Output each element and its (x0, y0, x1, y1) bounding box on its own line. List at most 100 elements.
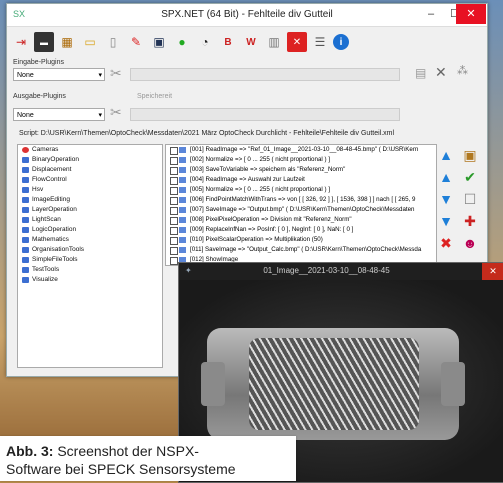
stop-w-icon[interactable]: W (241, 32, 261, 52)
category-item[interactable]: Displacement (18, 165, 162, 175)
step-label: [009] ReplaceInfNan => PosInf: [ 0 ], Ne… (190, 226, 354, 233)
chevron-down-icon: ▾ (98, 72, 102, 79)
step-row[interactable]: [011] SaveImage => "Output_Calc.bmp" ( D… (166, 245, 436, 255)
step-checkbox[interactable] (170, 147, 178, 155)
category-item[interactable]: Mathematics (18, 235, 162, 245)
category-item[interactable]: OrganisationTools (18, 245, 162, 255)
category-item[interactable]: FlowControl (18, 175, 162, 185)
image-icon[interactable]: ▣ (461, 146, 479, 164)
caption-bold: Abb. 3: (6, 443, 54, 459)
list-icon[interactable]: ☰ (310, 32, 330, 52)
check-icon[interactable]: ✔ (461, 168, 479, 186)
add-icon[interactable]: ✚ (461, 212, 479, 230)
step-row[interactable]: [009] ReplaceInfNan => PosInf: [ 0 ], Ne… (166, 225, 436, 235)
caption-line-1: Screenshot der NSPX- (53, 443, 199, 459)
new-document-icon[interactable]: ▯ (103, 32, 123, 52)
tools-icon[interactable]: ✂ (110, 104, 122, 121)
close-button[interactable]: ✕ (456, 4, 486, 24)
step-checkbox[interactable] (170, 247, 178, 255)
step-icon (179, 227, 186, 233)
save-icon[interactable]: ▣ (149, 32, 169, 52)
image-window-title: 01_Image__2021-03-10__08-48-45 (263, 266, 390, 275)
folder-icon (22, 157, 29, 163)
step-label: [001] ReadImage => "Ref_01_Image__2021-0… (190, 146, 419, 153)
step-row[interactable]: [005] Normalize => [ 0 ... 255 ( nicht p… (166, 185, 436, 195)
step-checkbox[interactable] (170, 177, 178, 185)
folder-icon (22, 197, 29, 203)
step-checkbox[interactable] (170, 157, 178, 165)
record-icon[interactable]: B (218, 32, 238, 52)
folder-icon (22, 277, 29, 283)
step-checkbox[interactable] (170, 227, 178, 235)
folder-icon (22, 257, 29, 263)
step-row[interactable]: [010] PixelScalarOperation => Multiplika… (166, 235, 436, 245)
edit-icon[interactable]: ▤ (415, 66, 426, 80)
category-label: BinaryOperation (32, 156, 79, 163)
step-row[interactable]: [008] PixelPixelOperation => Division mi… (166, 215, 436, 225)
category-item[interactable]: BinaryOperation (18, 155, 162, 165)
minimize-button[interactable]: – (419, 4, 443, 24)
category-item[interactable]: Visualize (18, 275, 162, 285)
calculator-icon[interactable]: ▦ (57, 32, 77, 52)
database-icon[interactable]: ▥ (264, 32, 284, 52)
category-item[interactable]: Hsv (18, 185, 162, 195)
category-item[interactable]: LayerOperation (18, 205, 162, 215)
checkbox-icon[interactable]: ☐ (461, 190, 479, 208)
step-row[interactable]: [001] ReadImage => "Ref_01_Image__2021-0… (166, 145, 436, 155)
expand-icon[interactable]: ⁂ (457, 64, 468, 77)
part-right-tab (441, 362, 465, 406)
step-row[interactable]: [006] FindPointMatchWithTrans => von [ [… (166, 195, 436, 205)
exit-icon[interactable]: ⇥ (11, 32, 31, 52)
category-item[interactable]: LightScan (18, 215, 162, 225)
delete-step-icon[interactable]: ✖ (437, 234, 455, 252)
folder-icon (22, 227, 29, 233)
window-title: SPX.NET (64 Bit) - Fehlteile div Gutteil (161, 9, 333, 20)
storage-label: Speichereit (137, 93, 173, 100)
move-down-icon[interactable]: ▼ (437, 190, 455, 208)
step-checkbox[interactable] (170, 207, 178, 215)
remove-icon[interactable]: ✕ (435, 64, 447, 81)
move-bottom-icon[interactable]: ▼ (437, 212, 455, 230)
category-item[interactable]: ImageEditing (18, 195, 162, 205)
category-item[interactable]: SimpleFileTools (18, 255, 162, 265)
step-checkbox[interactable] (170, 217, 178, 225)
open-folder-icon[interactable]: ▭ (80, 32, 100, 52)
step-icon (179, 207, 186, 213)
move-top-icon[interactable]: ▲ (437, 146, 455, 164)
category-label: LogicOperation (32, 226, 77, 233)
category-item[interactable]: TestTools (18, 265, 162, 275)
input-plugins-select[interactable]: None ▾ (13, 68, 105, 81)
move-up-icon[interactable]: ▲ (437, 168, 455, 186)
image-close-button[interactable]: ✕ (482, 263, 503, 280)
step-row[interactable]: [002] Normalize => [ 0 ... 255 ( nicht p… (166, 155, 436, 165)
step-row[interactable]: [004] ReadImage => Auswahl zur Laufzeit (166, 175, 436, 185)
info-icon[interactable]: i (333, 34, 349, 50)
tools-icon[interactable]: ✂ (110, 65, 122, 82)
category-label: LayerOperation (32, 206, 77, 213)
step-label: [006] FindPointMatchWithTrans => von [ [… (190, 196, 416, 203)
category-item[interactable]: Cameras (18, 145, 162, 155)
step-checkbox[interactable] (170, 257, 178, 265)
delete-icon[interactable]: ✕ (287, 32, 307, 52)
step-row[interactable]: [007] SaveImage => "Output.bmp" ( D:\USR… (166, 205, 436, 215)
step-checkbox[interactable] (170, 237, 178, 245)
part-photo (201, 328, 465, 440)
part-left-tab (201, 362, 225, 406)
user-icon[interactable]: ☻ (461, 234, 479, 252)
pen-icon[interactable]: ✎ (126, 32, 146, 52)
category-label: ImageEditing (32, 196, 70, 203)
output-plugins-select[interactable]: None ▾ (13, 108, 105, 121)
title-bar: SX SPX.NET (64 Bit) - Fehlteile div Gutt… (7, 4, 487, 27)
output-plugins-value: None (17, 112, 34, 119)
input-plugins-label: Eingabe-Plugins (13, 59, 64, 66)
screen-icon[interactable]: ▬ (34, 32, 54, 52)
category-label: Hsv (32, 186, 44, 193)
step-checkbox[interactable] (170, 167, 178, 175)
category-label: Displacement (32, 166, 72, 173)
step-checkbox[interactable] (170, 187, 178, 195)
step-row[interactable]: [003] SaveToVariable => speichern als "R… (166, 165, 436, 175)
step-checkbox[interactable] (170, 197, 178, 205)
category-item[interactable]: LogicOperation (18, 225, 162, 235)
timer-icon[interactable]: ◔ (195, 32, 215, 52)
run-icon[interactable]: ● (172, 32, 192, 52)
